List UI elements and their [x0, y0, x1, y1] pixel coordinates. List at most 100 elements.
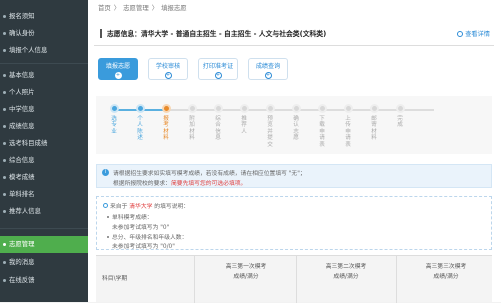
bullet-icon [3, 49, 6, 52]
step-dot [135, 104, 145, 113]
step-label: 上传申请表 [345, 116, 351, 148]
step-mail-materials[interactable]: 邮寄材料 [364, 104, 384, 142]
sidebar-item-personal-info[interactable]: 填报个人信息 [0, 42, 88, 59]
breadcrumb-home-link[interactable]: 首页 [98, 4, 111, 12]
column-header-mock-3: 高三第三次模考 [425, 264, 467, 270]
step-label: 综合信息 [215, 116, 221, 142]
step-dot [213, 104, 223, 113]
sidebar-item-school-info[interactable]: 中学信息 [0, 101, 88, 118]
bullet-icon [3, 125, 6, 128]
step-label: 推荐人 [241, 116, 247, 135]
tab-fill-application[interactable]: 填报志愿 + [98, 58, 138, 80]
requirement-item-2-value: 未参加考试填写为 "0/0" [112, 244, 175, 250]
bullet-icon [3, 243, 6, 246]
notice-line-1: 请根据招生要求如实填写模考成绩，若没有成绩，请在相应位置填写 "无"； [113, 171, 306, 177]
sidebar-item-label: 确认身份 [9, 29, 35, 37]
requirement-item-1-title: 单科模考成绩： [107, 212, 153, 221]
step-label: 选专业 [111, 116, 117, 135]
step-label: 完成 [397, 116, 403, 129]
sidebar-item-label: 综合信息 [9, 156, 35, 164]
step-referee[interactable]: 推荐人 [234, 104, 254, 135]
sidebar-item-comprehensive-info[interactable]: 综合信息 [0, 152, 88, 169]
sidebar-item-online-feedback[interactable]: 在线反馈 [0, 272, 88, 289]
step-dot [161, 104, 171, 113]
view-details-label: 查看详情 [465, 31, 490, 38]
sidebar-item-label: 模考成绩 [9, 173, 35, 181]
step-additional-materials[interactable]: 附加材料 [182, 104, 202, 142]
step-application-materials[interactable]: 报考材料 [156, 104, 176, 142]
tab-score-query[interactable]: 成绩查询 + [248, 58, 288, 80]
step-dot [395, 104, 405, 113]
tab-print-admission-ticket[interactable]: 打印准考证 + [198, 58, 238, 80]
sidebar-item-basic-info[interactable]: 基本信息 [0, 67, 88, 84]
application-info-header: 志愿信息：清华大学 - 普通自主招生 - 自主招生 - 人文与社会类(文科类) … [94, 22, 494, 46]
plus-icon: + [214, 72, 222, 79]
sidebar-item-referee-info[interactable]: 推荐人信息 [0, 203, 88, 220]
sidebar-item-label: 成绩信息 [9, 122, 35, 130]
sidebar-item-label: 基本信息 [9, 71, 35, 79]
plus-icon: + [264, 72, 272, 79]
tab-label: 学校审核 [155, 63, 181, 70]
sidebar-item-mock-exam-scores[interactable]: 模考成绩 [0, 169, 88, 186]
sidebar: 报名须知 确认身份 填报个人信息 基本信息 个人照片 中学信息 成绩信息 选考科… [0, 0, 88, 302]
bullet-icon [3, 91, 6, 94]
bullet-icon [107, 216, 109, 218]
breadcrumb-current: 填报志愿 [161, 4, 187, 12]
requirements-title: 来自于 清华大学 的填写说明： [103, 201, 189, 210]
tab-label: 打印准考证 [202, 63, 234, 70]
step-confirm-application[interactable]: 确认志愿 [286, 104, 306, 142]
info-icon: i [102, 169, 109, 176]
breadcrumb-section-link[interactable]: 志愿管理 [123, 4, 149, 12]
column-header-subject: 科目\学期 [102, 276, 128, 282]
step-label: 附加材料 [189, 116, 195, 142]
header-accent-bar [100, 29, 102, 38]
divider [0, 63, 88, 64]
sidebar-item-label: 中学信息 [9, 105, 35, 113]
sidebar-item-label: 填报个人信息 [9, 46, 48, 54]
column-divider [296, 256, 297, 303]
step-label: 个人陈述 [137, 116, 143, 142]
requirements-prefix: 来自于 [110, 204, 128, 210]
sidebar-item-confirm-identity[interactable]: 确认身份 [0, 25, 88, 42]
bullet-icon [3, 74, 6, 77]
step-complete[interactable]: 完成 [390, 104, 410, 129]
step-upload-form[interactable]: 上传申请表 [338, 104, 358, 148]
step-label: 报考材料 [163, 116, 169, 142]
sidebar-item-label: 报名须知 [9, 12, 35, 20]
sidebar-item-subject-ranking[interactable]: 单科排名 [0, 186, 88, 203]
requirement-item-2-title: 总分、年级排名和年级人数： [107, 232, 187, 241]
divider [0, 228, 88, 229]
sidebar-item-application-management[interactable]: 志愿管理 [0, 236, 88, 253]
bullet-icon [3, 261, 6, 264]
requirement-item-1-value: 未参加考试填写为 "0" [112, 225, 170, 231]
sidebar-item-grades[interactable]: 成绩信息 [0, 118, 88, 135]
step-label: 下载申请表 [319, 116, 325, 148]
sidebar-item-elective-grades[interactable]: 选考科目成绩 [0, 135, 88, 152]
notice-line-2-highlight: 简要先填写您的可选必填项。 [170, 181, 247, 187]
bullet-icon [3, 142, 6, 145]
tab-school-review[interactable]: 学校审核 + [148, 58, 188, 80]
sidebar-item-registration-notice[interactable]: 报名须知 [0, 8, 88, 25]
step-select-major[interactable]: 选专业 [104, 104, 124, 135]
sidebar-item-label: 我的消息 [9, 258, 35, 266]
step-dot [109, 104, 119, 113]
column-header-mock-2: 高三第二次模考 [325, 264, 367, 270]
sidebar-item-my-messages[interactable]: 我的消息 [0, 254, 88, 271]
view-details-button[interactable]: 查看详情 [457, 29, 490, 38]
bullet-icon [3, 32, 6, 35]
bullet-icon [3, 159, 6, 162]
column-header-mock-2-sub: 成绩/满分 [333, 274, 359, 280]
column-header-mock-3-sub: 成绩/满分 [433, 274, 459, 280]
sidebar-item-label: 选考科目成绩 [9, 139, 48, 147]
step-comprehensive-info[interactable]: 综合信息 [208, 104, 228, 142]
sidebar-item-photo[interactable]: 个人照片 [0, 84, 88, 101]
tab-label: 填报志愿 [105, 63, 131, 70]
step-dot [265, 104, 275, 113]
step-personal-statement[interactable]: 个人陈述 [130, 104, 150, 142]
sidebar-item-label: 在线反馈 [9, 276, 35, 284]
step-preview-submit[interactable]: 预览并提交 [260, 104, 280, 148]
step-download-form[interactable]: 下载申请表 [312, 104, 332, 148]
breadcrumb-separator: 〉 [113, 4, 121, 12]
requirements-box: 来自于 清华大学 的填写说明： 单科模考成绩： 未参加考试填写为 "0" 总分、… [96, 196, 492, 250]
step-dot [187, 104, 197, 113]
